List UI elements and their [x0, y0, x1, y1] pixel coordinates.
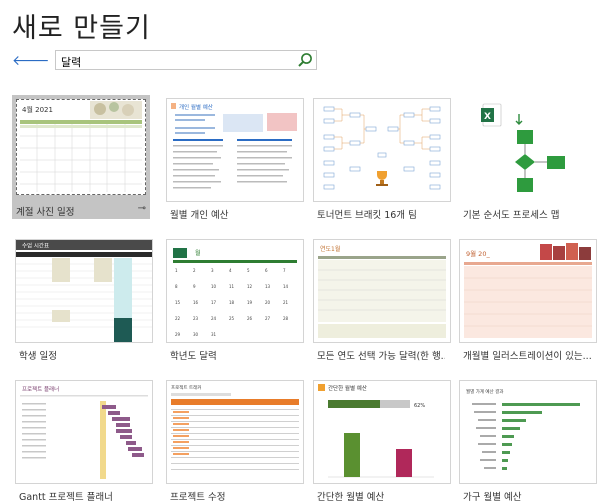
svg-text:15: 15	[175, 300, 181, 305]
svg-text:14: 14	[283, 284, 289, 289]
template-thumbnail: 프로젝트 트래커	[166, 380, 304, 484]
template-name: 개월별 일러스트레이션이 있는...	[463, 351, 591, 362]
svg-text:28: 28	[283, 316, 289, 321]
template-tile-illustrated-monthly-calendar[interactable]: 9월 20_ 개월별 일러스트레이션이 있는...	[459, 239, 597, 362]
template-tile-household-monthly-budget[interactable]: 월별 가계 예산 결과 가구 월별 예산	[459, 380, 597, 503]
template-thumbnail: 프로젝트 플래너	[15, 380, 153, 484]
template-name: 학년도 달력	[170, 351, 217, 362]
thumb-title: 간단한 월별 예산	[328, 384, 367, 392]
svg-text:25: 25	[229, 316, 235, 321]
svg-text:11: 11	[229, 284, 235, 289]
svg-text:29: 29	[175, 332, 181, 337]
thumb-title: 월	[195, 249, 201, 257]
template-name: 가구 월별 예산	[463, 492, 522, 503]
template-tile-simple-monthly-budget[interactable]: 간단한 월별 예산 62% 간단한 월별 예산	[313, 380, 451, 503]
svg-text:X: X	[484, 112, 491, 122]
template-tile-academic-year-calendar[interactable]: 월 1234567 8 9 10 11 12 13 14 15 16 17 18 19 20 21 22…	[166, 239, 304, 362]
thumb-title: 프로젝트 플래너	[22, 385, 59, 393]
search-box	[55, 50, 317, 72]
template-thumbnail: 9월 20_	[459, 239, 597, 343]
svg-text:21: 21	[283, 300, 289, 305]
back-arrow-icon: 🡐	[12, 53, 50, 69]
svg-text:8: 8	[175, 284, 178, 289]
svg-text:19: 19	[247, 300, 253, 305]
page-title: 새로 만들기	[12, 13, 151, 44]
template-name: 프로젝트 수정	[170, 492, 226, 503]
template-tile-gantt-planner[interactable]: 프로젝트 플래너 Gantt 프로젝트 플래너	[15, 380, 153, 503]
svg-text:20: 20	[265, 300, 271, 305]
template-thumbnail: 연도1월	[313, 239, 451, 343]
template-tile-any-year-calendar[interactable]: 연도1월 모든 연도 선택 가능 달력(한 행...	[313, 239, 451, 362]
template-thumbnail	[313, 98, 451, 202]
svg-text:17: 17	[211, 300, 217, 305]
svg-text:3: 3	[211, 268, 214, 273]
thumb-title: 연도1월	[320, 245, 340, 253]
thumb-title: 월별 가계 예산 결과	[466, 388, 503, 395]
thumb-title: 개인 월별 예산	[179, 103, 213, 111]
thumb-title: 프로젝트 트래커	[171, 384, 201, 391]
template-name: 월별 개인 예산	[170, 210, 229, 221]
svg-text:26: 26	[247, 316, 253, 321]
template-name: 토너먼트 브래킷 16개 팀	[317, 210, 417, 221]
thumb-title: 4월 2021	[22, 105, 53, 114]
template-tile-tournament-bracket[interactable]: 토너먼트 브래킷 16개 팀	[313, 98, 451, 221]
svg-text:23: 23	[193, 316, 199, 321]
thumb-title: 수업 시간표	[22, 242, 49, 250]
template-tile-basic-flowchart[interactable]: X 기본 순서도 프로세스 맵	[459, 98, 597, 221]
svg-text:10: 10	[211, 284, 217, 289]
svg-text:6: 6	[265, 268, 268, 273]
template-name: Gantt 프로젝트 플래너	[19, 492, 113, 503]
svg-text:18: 18	[229, 300, 235, 305]
thumb-title: 9월 20_	[466, 249, 490, 258]
svg-text:22: 22	[175, 316, 181, 321]
svg-text:9: 9	[193, 284, 196, 289]
template-thumbnail: 수업 시간표	[15, 239, 153, 343]
search-input[interactable]	[56, 52, 286, 72]
thumb-value: 62%	[414, 403, 425, 409]
template-name: 간단한 월별 예산	[317, 492, 385, 503]
template-tile-monthly-personal-budget[interactable]: 개인 월별 예산 월별 개인 예산	[166, 98, 304, 221]
template-name: 학생 일정	[19, 351, 57, 362]
template-thumbnail: X	[459, 98, 597, 202]
template-name: 기본 순서도 프로세스 맵	[463, 210, 560, 221]
template-name: 계절 사진 일정	[16, 207, 75, 218]
template-tile-project-tracker[interactable]: 프로젝트 트래커 프로젝트 수정	[166, 380, 304, 503]
svg-text:13: 13	[265, 284, 271, 289]
pin-icon[interactable]: ⊸	[138, 203, 146, 214]
template-tile-student-schedule[interactable]: 수업 시간표 학생 일정	[15, 239, 153, 362]
svg-text:24: 24	[211, 316, 217, 321]
template-thumbnail: 간단한 월별 예산 62%	[313, 380, 451, 484]
template-name: 모든 연도 선택 가능 달력(한 행...	[317, 351, 445, 362]
search-icon[interactable]	[297, 52, 313, 68]
template-tile-seasonal-photo-calendar[interactable]: 4월 2021 계절 사진 일정 ⊸	[12, 95, 150, 219]
svg-text:16: 16	[193, 300, 199, 305]
svg-text:2: 2	[193, 268, 196, 273]
template-thumbnail: 월 1234567 8 9 10 11 12 13 14 15 16 17 18 19 20 21 22…	[166, 239, 304, 343]
svg-text:31: 31	[211, 332, 217, 337]
svg-text:4: 4	[229, 268, 232, 273]
svg-text:1: 1	[175, 268, 178, 273]
template-thumbnail: 월별 가계 예산 결과	[459, 380, 597, 484]
svg-text:5: 5	[247, 268, 250, 273]
svg-text:27: 27	[265, 316, 271, 321]
template-thumbnail: 4월 2021	[12, 95, 150, 199]
svg-text:7: 7	[283, 268, 286, 273]
template-thumbnail: 개인 월별 예산	[166, 98, 304, 202]
svg-text:12: 12	[247, 284, 253, 289]
svg-text:30: 30	[193, 332, 199, 337]
